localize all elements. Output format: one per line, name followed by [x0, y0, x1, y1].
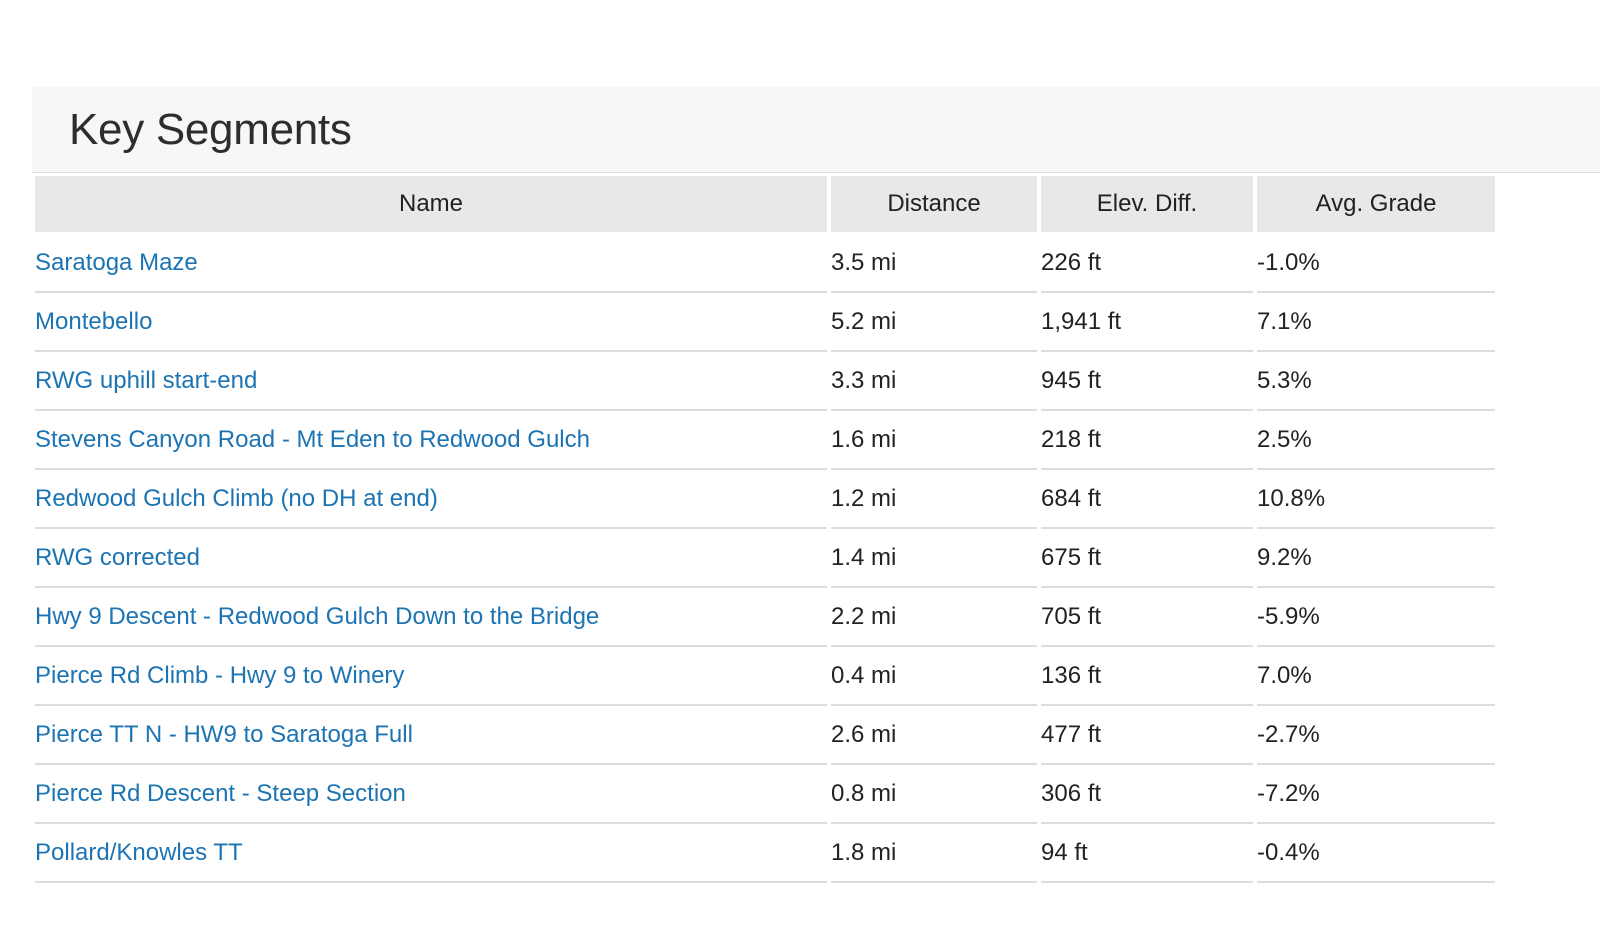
table-row: Stevens Canyon Road - Mt Eden to Redwood… — [35, 411, 1495, 470]
segment-distance: 1.8 mi — [831, 824, 1037, 883]
segment-avg-grade: 2.5% — [1257, 411, 1495, 470]
segment-link[interactable]: Pollard/Knowles TT — [35, 839, 243, 866]
segment-link[interactable]: Saratoga Maze — [35, 249, 198, 276]
segment-avg-grade: 5.3% — [1257, 352, 1495, 411]
segment-distance: 1.6 mi — [831, 411, 1037, 470]
segment-elev-diff: 705 ft — [1041, 588, 1253, 647]
segment-name-cell: Pierce Rd Climb - Hwy 9 to Winery — [35, 647, 827, 706]
table-row: Pierce Rd Climb - Hwy 9 to Winery 0.4 mi… — [35, 647, 1495, 706]
segment-name-cell: Redwood Gulch Climb (no DH at end) — [35, 470, 827, 529]
segment-avg-grade: 7.0% — [1257, 647, 1495, 706]
segment-distance: 2.6 mi — [831, 706, 1037, 765]
segment-elev-diff: 306 ft — [1041, 765, 1253, 824]
segment-elev-diff: 684 ft — [1041, 470, 1253, 529]
column-header-elev-diff[interactable]: Elev. Diff. — [1041, 176, 1253, 234]
column-header-name[interactable]: Name — [35, 176, 827, 234]
segment-name-cell: Montebello — [35, 293, 827, 352]
header-row: Name Distance Elev. Diff. Avg. Grade — [35, 176, 1495, 234]
segment-distance: 1.2 mi — [831, 470, 1037, 529]
segment-elev-diff: 477 ft — [1041, 706, 1253, 765]
column-header-distance[interactable]: Distance — [831, 176, 1037, 234]
segment-link[interactable]: Redwood Gulch Climb (no DH at end) — [35, 485, 438, 512]
segment-distance: 3.5 mi — [831, 234, 1037, 293]
table-row: Saratoga Maze 3.5 mi 226 ft -1.0% — [35, 234, 1495, 293]
segment-name-cell: Hwy 9 Descent - Redwood Gulch Down to th… — [35, 588, 827, 647]
segment-distance: 1.4 mi — [831, 529, 1037, 588]
segment-link[interactable]: RWG corrected — [35, 544, 200, 571]
segment-elev-diff: 94 ft — [1041, 824, 1253, 883]
segment-link[interactable]: Pierce Rd Descent - Steep Section — [35, 780, 406, 807]
segment-link[interactable]: Montebello — [35, 308, 152, 335]
segment-avg-grade: -7.2% — [1257, 765, 1495, 824]
segment-avg-grade: 7.1% — [1257, 293, 1495, 352]
segment-link[interactable]: Hwy 9 Descent - Redwood Gulch Down to th… — [35, 603, 599, 630]
panel-header: Key Segments — [32, 87, 1600, 173]
table-row: RWG uphill start-end 3.3 mi 945 ft 5.3% — [35, 352, 1495, 411]
segment-name-cell: Stevens Canyon Road - Mt Eden to Redwood… — [35, 411, 827, 470]
segment-link[interactable]: Pierce TT N - HW9 to Saratoga Full — [35, 721, 413, 748]
segment-avg-grade: -1.0% — [1257, 234, 1495, 293]
key-segments-panel: Key Segments Name Distance Elev. Diff. A… — [32, 87, 1600, 883]
table-row: RWG corrected 1.4 mi 675 ft 9.2% — [35, 529, 1495, 588]
segment-name-cell: Pierce TT N - HW9 to Saratoga Full — [35, 706, 827, 765]
segment-name-cell: Pierce Rd Descent - Steep Section — [35, 765, 827, 824]
segment-avg-grade: 9.2% — [1257, 529, 1495, 588]
column-header-avg-grade[interactable]: Avg. Grade — [1257, 176, 1495, 234]
table-row: Redwood Gulch Climb (no DH at end) 1.2 m… — [35, 470, 1495, 529]
table-row: Pierce Rd Descent - Steep Section 0.8 mi… — [35, 765, 1495, 824]
segment-distance: 0.8 mi — [831, 765, 1037, 824]
segment-link[interactable]: Pierce Rd Climb - Hwy 9 to Winery — [35, 662, 404, 689]
segment-link[interactable]: Stevens Canyon Road - Mt Eden to Redwood… — [35, 426, 590, 453]
table-row: Hwy 9 Descent - Redwood Gulch Down to th… — [35, 588, 1495, 647]
segment-avg-grade: 10.8% — [1257, 470, 1495, 529]
segment-elev-diff: 945 ft — [1041, 352, 1253, 411]
table-row: Pollard/Knowles TT 1.8 mi 94 ft -0.4% — [35, 824, 1495, 883]
segment-name-cell: RWG corrected — [35, 529, 827, 588]
segment-avg-grade: -5.9% — [1257, 588, 1495, 647]
segment-avg-grade: -2.7% — [1257, 706, 1495, 765]
segment-link[interactable]: RWG uphill start-end — [35, 367, 257, 394]
segment-avg-grade: -0.4% — [1257, 824, 1495, 883]
segment-elev-diff: 1,941 ft — [1041, 293, 1253, 352]
segment-name-cell: Saratoga Maze — [35, 234, 827, 293]
segments-table: Name Distance Elev. Diff. Avg. Grade Sar… — [31, 176, 1499, 883]
segment-elev-diff: 226 ft — [1041, 234, 1253, 293]
segment-name-cell: Pollard/Knowles TT — [35, 824, 827, 883]
table-row: Pierce TT N - HW9 to Saratoga Full 2.6 m… — [35, 706, 1495, 765]
segment-elev-diff: 218 ft — [1041, 411, 1253, 470]
table-row: Montebello 5.2 mi 1,941 ft 7.1% — [35, 293, 1495, 352]
segment-distance: 0.4 mi — [831, 647, 1037, 706]
panel-title: Key Segments — [69, 104, 352, 154]
segments-table-body: Saratoga Maze 3.5 mi 226 ft -1.0% Monteb… — [35, 234, 1495, 883]
segment-name-cell: RWG uphill start-end — [35, 352, 827, 411]
segment-distance: 2.2 mi — [831, 588, 1037, 647]
segments-table-header: Name Distance Elev. Diff. Avg. Grade — [35, 176, 1495, 234]
segment-elev-diff: 136 ft — [1041, 647, 1253, 706]
segment-distance: 5.2 mi — [831, 293, 1037, 352]
segment-elev-diff: 675 ft — [1041, 529, 1253, 588]
segment-distance: 3.3 mi — [831, 352, 1037, 411]
